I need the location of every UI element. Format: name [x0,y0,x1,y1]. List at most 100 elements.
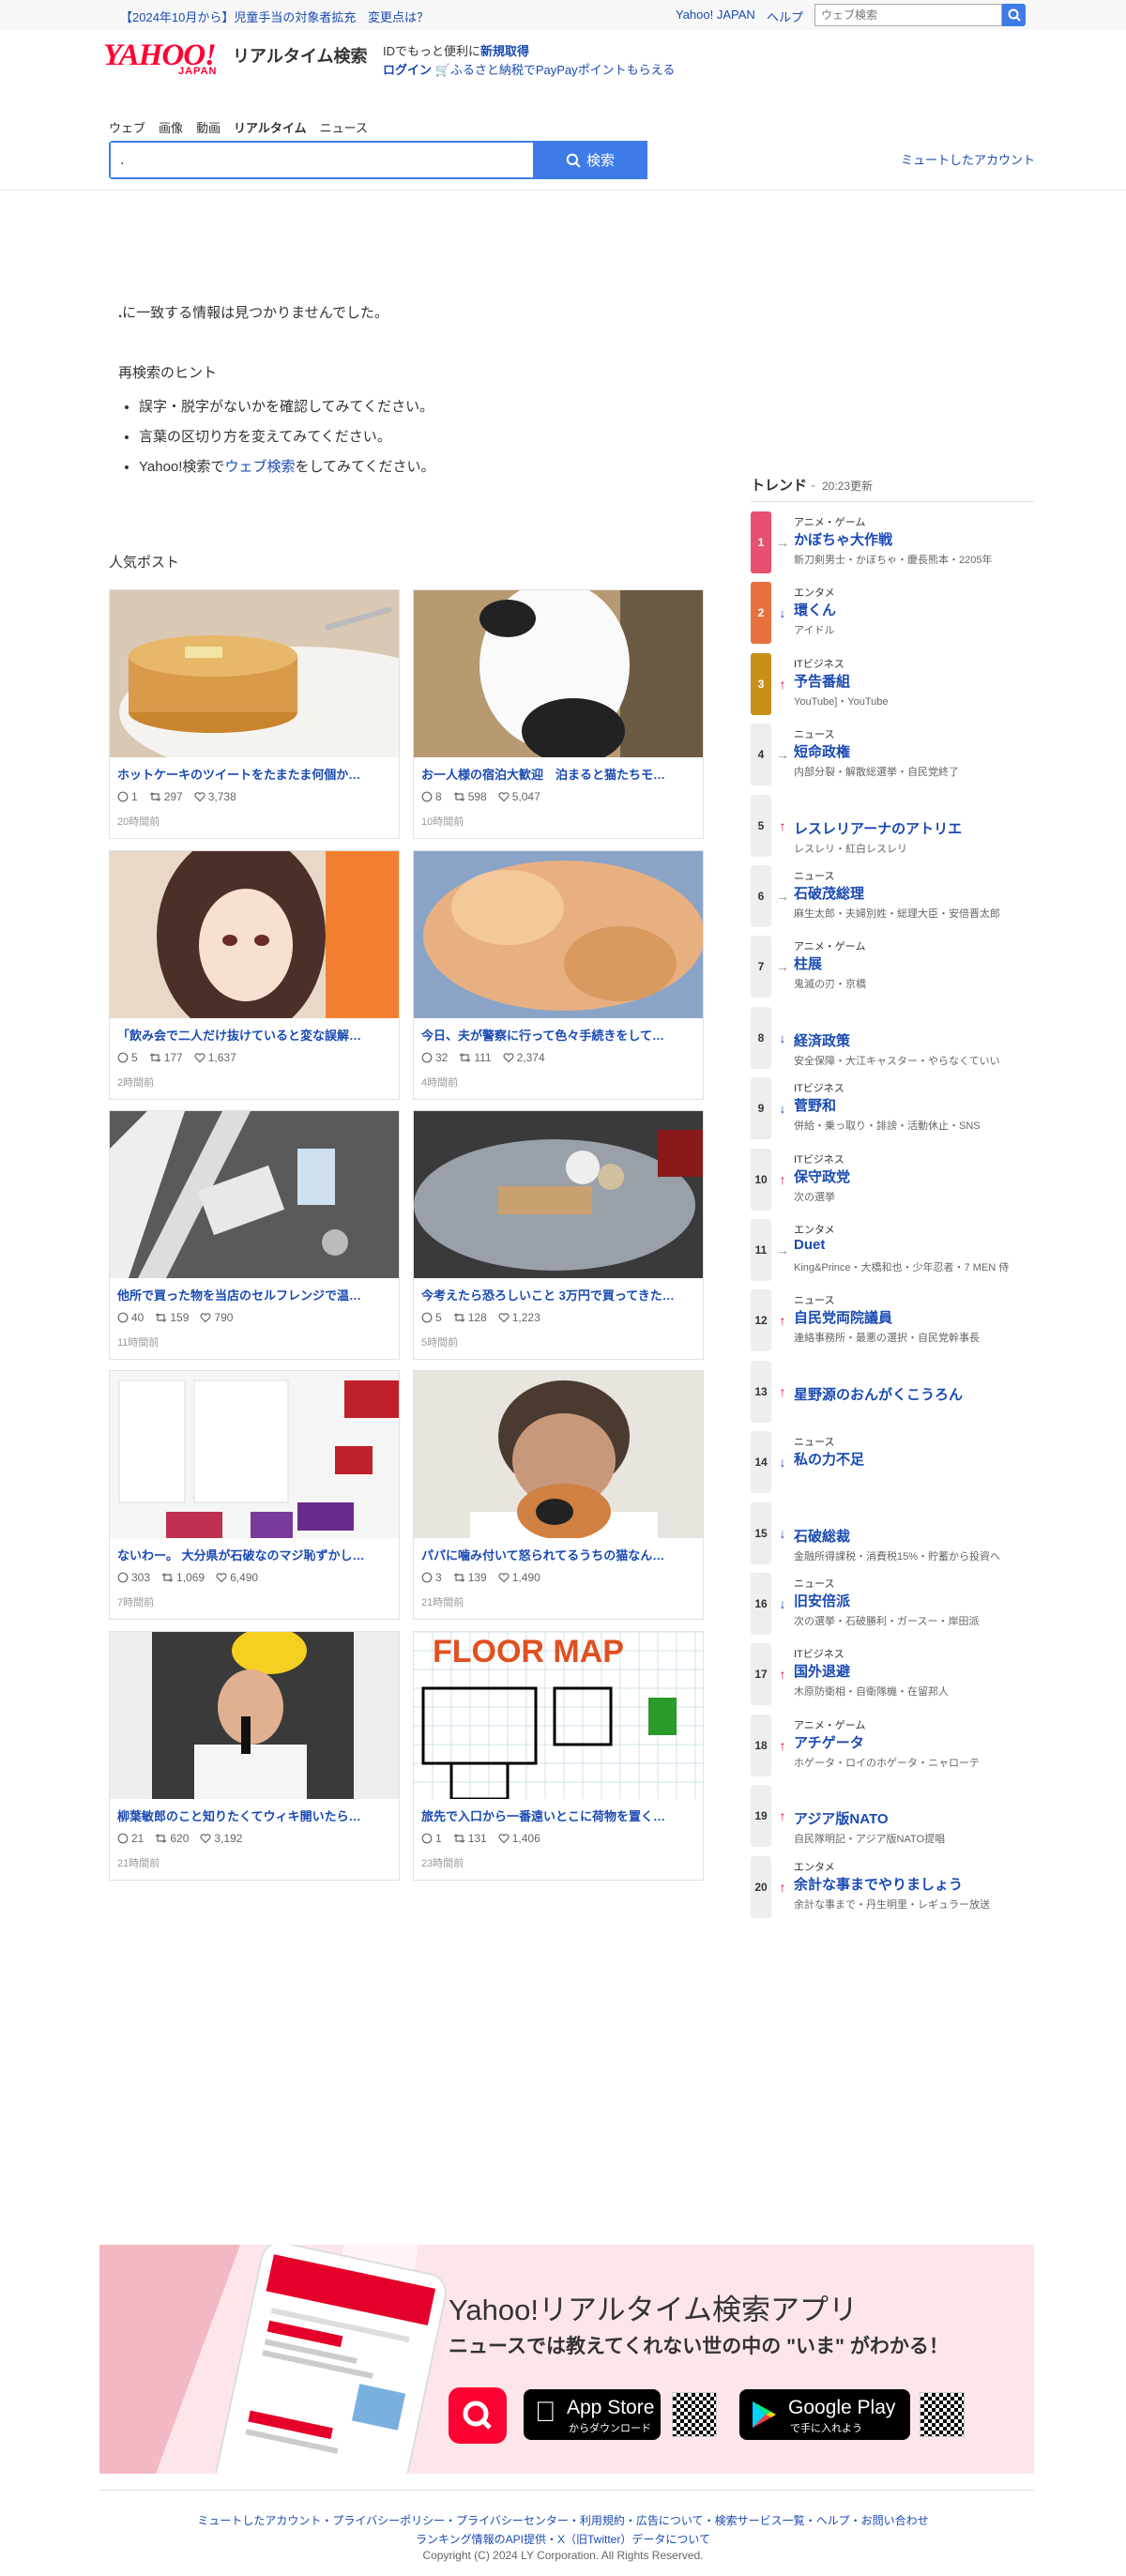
post-thumbnail[interactable] [110,1111,399,1278]
trend-word[interactable]: Duet [794,1237,825,1253]
post-card[interactable]: 「飲み会で二人だけ抜けていると変な誤解… 5 177 1,637 2時間前 [109,850,400,1100]
reply-count[interactable]: 3 [421,1571,442,1584]
post-title[interactable]: 他所で買った物を当店のセルフレンジで温… [117,1286,393,1303]
footer-links[interactable]: ミュートしたアカウント・プライバシーポリシー・プライバシーセンター・利用規約・広… [0,2512,1126,2528]
repost-count[interactable]: 139 [453,1571,487,1584]
trend-item[interactable]: 19 ↑ アジア版NATO 自民隊明記・アジア版NATO提唱 [751,1782,1034,1852]
repost-count[interactable]: 159 [155,1311,189,1324]
muted-accounts-link[interactable]: ミュートしたアカウント [901,150,1035,168]
post-title[interactable]: 今考えたら恐ろしいこと 3万円で買ってきた… [421,1286,697,1303]
like-count[interactable]: 2,374 [503,1051,545,1064]
footer-links-2[interactable]: ランキング情報のAPI提供・X（旧Twitter）データについて [0,2531,1126,2547]
trend-item[interactable]: 13 ↑ 星野源のおんがくこうろん [751,1358,1034,1427]
login-link[interactable]: ログイン [383,63,432,77]
post-thumbnail[interactable] [414,590,703,757]
post-card[interactable]: 他所で買った物を当店のセルフレンジで温… 40 159 790 11時間前 [109,1110,400,1360]
trend-word[interactable]: レスレリアーナのアトリエ [794,818,962,838]
like-count[interactable]: 3,192 [200,1832,242,1845]
trend-word[interactable]: 菅野和 [794,1095,836,1115]
yahoo-logo[interactable]: YAHOO! JAPAN [103,39,225,77]
app-store-button[interactable]:  App Store からダウンロード [524,2389,661,2440]
reply-count[interactable]: 303 [117,1571,150,1584]
repost-count[interactable]: 1,069 [161,1571,205,1584]
post-thumbnail[interactable] [110,1632,399,1799]
trend-item[interactable]: 14 ↓ ニュース 私の力不足 [751,1428,1034,1498]
repost-count[interactable]: 177 [149,1051,183,1064]
trend-item[interactable]: 20 ↑ エンタメ 余計な事までやりましょう 余計な事まで・丹生明里・レギュラー放送 [751,1853,1034,1923]
post-card[interactable]: パパに噛み付いて怒られてるうちの猫なん… 3 139 1,490 21時間前 [413,1370,704,1620]
reply-count[interactable]: 5 [117,1051,138,1064]
reply-count[interactable]: 40 [117,1311,144,1324]
trend-item[interactable]: 18 ↑ アニメ・ゲーム アチゲータ ホゲータ・ロイのホゲータ・ニャローテ [751,1712,1034,1781]
repost-count[interactable]: 297 [149,790,183,803]
reply-count[interactable]: 21 [117,1832,144,1845]
notice-link[interactable]: 【2024年10月から】児童手当の対象者拡充 [120,8,356,25]
post-thumbnail[interactable] [414,1371,703,1538]
app-icon[interactable] [449,2387,507,2444]
like-count[interactable]: 1,223 [498,1311,540,1324]
repost-count[interactable]: 111 [459,1051,492,1064]
search-button[interactable]: 検索 [533,141,647,179]
trend-word[interactable]: 自民党両院議員 [794,1307,892,1327]
help-link[interactable]: ヘルプ [767,8,803,25]
trend-item[interactable]: 17 ↑ ITビジネス 国外退避 木原防衛相・自衛隊機・在留邦人 [751,1640,1034,1710]
yahoo-japan-link[interactable]: Yahoo! JAPAN [676,8,755,22]
trend-item[interactable]: 10 ↑ ITビジネス 保守政党 次の選挙 [751,1146,1034,1215]
tab-video[interactable]: 動画 [196,118,221,136]
trend-item[interactable]: 7 → アニメ・ゲーム 柱展 鬼滅の刃・京橋 [751,933,1034,1002]
trend-item[interactable]: 6 → ニュース 石破茂総理 麻生太郎・夫婦別姓・総理大臣・安倍晋太郎 [751,862,1034,932]
trend-item[interactable]: 11 → エンタメ Duet King&Prince・大橋和也・少年忍者・7 MEN 侍 [751,1216,1034,1286]
tab-image[interactable]: 画像 [159,118,183,136]
trend-word[interactable]: アチゲータ [794,1732,864,1752]
trend-word[interactable]: 私の力不足 [794,1449,864,1469]
web-search-link[interactable]: ウェブ検索 [224,459,295,475]
trend-word[interactable]: 国外退避 [794,1661,850,1681]
post-thumbnail[interactable] [414,1111,703,1278]
trend-word[interactable]: 石破茂総理 [794,883,864,903]
tab-web[interactable]: ウェブ [109,118,145,136]
post-card[interactable]: お一人様の宿泊大歓迎 泊まると猫たちモ… 8 598 5,047 10時間前 [413,589,704,839]
post-title[interactable]: ホットケーキのツイートをたまたま何個か… [117,765,393,783]
post-thumbnail[interactable] [110,1371,399,1538]
trend-word[interactable]: 石破総裁 [794,1526,850,1546]
reply-count[interactable]: 32 [421,1051,448,1064]
like-count[interactable]: 790 [200,1311,233,1324]
trend-item[interactable]: 1 → アニメ・ゲーム かぼちゃ大作戦 新刀剣男士・かぼちゃ・慶長熊本・2205年 [751,509,1034,578]
trend-item[interactable]: 12 ↑ ニュース 自民党両院議員 連絡事務所・最悪の選択・自民党幹事長 [751,1287,1034,1356]
trend-item[interactable]: 4 → ニュース 短命政権 内部分裂・解散総選挙・自民党終了 [751,721,1034,790]
furusato-link[interactable]: ふるさと納税でPayPayポイントもらえる [450,63,675,77]
post-thumbnail[interactable] [110,590,399,757]
tab-news[interactable]: ニュース [320,118,368,136]
google-play-button[interactable]: Google Play で手に入れよう [739,2389,910,2440]
trend-item[interactable]: 15 ↓ 石破総裁 金融所得課税・消費税15%・貯蓄から投資へ [751,1500,1034,1569]
post-title[interactable]: ないわー。 大分県が石破なのマジ恥ずかし… [117,1546,393,1563]
post-thumbnail[interactable] [414,851,703,1018]
signup-link[interactable]: 新規取得 [480,44,529,58]
trend-word[interactable]: 星野源のおんがくこうろん [794,1384,963,1404]
trend-word[interactable]: 余計な事までやりましょう [794,1874,963,1894]
trend-word[interactable]: 保守政党 [794,1166,850,1186]
trend-item[interactable]: 3 ↑ ITビジネス 予告番組 YouTube]・YouTube [751,650,1034,720]
like-count[interactable]: 3,738 [194,790,236,803]
trend-word[interactable]: 短命政権 [794,741,850,761]
repost-count[interactable]: 131 [453,1832,487,1845]
trend-word[interactable]: 環くん [794,600,836,619]
repost-count[interactable]: 620 [155,1832,189,1845]
trend-item[interactable]: 8 ↓ 経済政策 安全保障・大江キャスター・やらなくていい [751,1004,1034,1074]
post-title[interactable]: お一人様の宿泊大歓迎 泊まると猫たちモ… [421,765,697,783]
reply-count[interactable]: 8 [421,790,442,803]
post-thumbnail[interactable]: FLOOR MAP [414,1632,703,1799]
post-thumbnail[interactable] [110,851,399,1018]
web-search-input[interactable] [814,4,1002,26]
like-count[interactable]: 1,637 [194,1051,236,1064]
trend-item[interactable]: 2 ↓ エンタメ 環くん アイドル [751,579,1034,648]
post-title[interactable]: 「飲み会で二人だけ抜けていると変な誤解… [117,1026,393,1044]
post-card[interactable]: 今日、夫が警察に行って色々手続きをして… 32 111 2,374 4時間前 [413,850,704,1100]
search-input[interactable] [111,143,505,177]
repost-count[interactable]: 128 [453,1311,487,1324]
trend-word[interactable]: かぼちゃ大作戦 [794,529,892,549]
repost-count[interactable]: 598 [453,790,487,803]
post-card[interactable]: ないわー。 大分県が石破なのマジ恥ずかし… 303 1,069 6,490 7時間前 [109,1370,400,1620]
post-card[interactable]: 今考えたら恐ろしいこと 3万円で買ってきた… 5 128 1,223 5時間前 [413,1110,704,1360]
reply-count[interactable]: 1 [421,1832,442,1845]
